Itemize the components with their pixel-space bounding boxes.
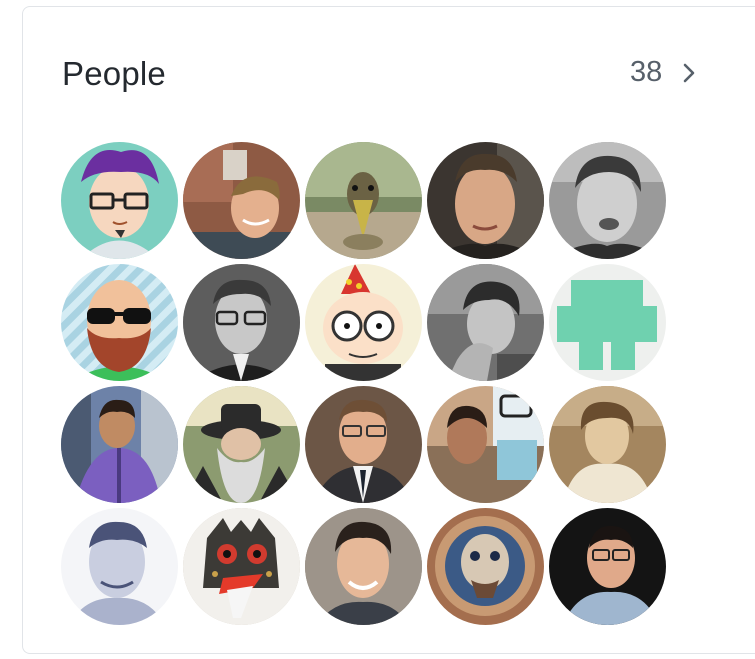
avatar[interactable] [427,508,544,625]
avatar[interactable] [549,386,666,503]
avatar[interactable] [305,264,422,381]
people-count-link[interactable]: 38 [630,56,696,89]
avatar[interactable] [549,142,666,259]
people-count: 38 [630,56,663,88]
avatar[interactable] [183,142,300,259]
avatar[interactable] [61,386,178,503]
avatar[interactable] [305,386,422,503]
avatar[interactable] [183,264,300,381]
avatar[interactable] [61,142,178,259]
avatar[interactable] [549,508,666,625]
chevron-right-icon [682,62,696,84]
avatar[interactable] [305,508,422,625]
avatar[interactable] [427,142,544,259]
people-avatar-grid [61,142,666,625]
section-title: People [62,55,166,92]
avatar[interactable] [61,508,178,625]
avatar[interactable] [549,264,666,381]
avatar[interactable] [427,264,544,381]
avatar[interactable] [305,142,422,259]
avatar[interactable] [183,386,300,503]
avatar[interactable] [183,508,300,625]
avatar[interactable] [61,264,178,381]
avatar[interactable] [427,386,544,503]
